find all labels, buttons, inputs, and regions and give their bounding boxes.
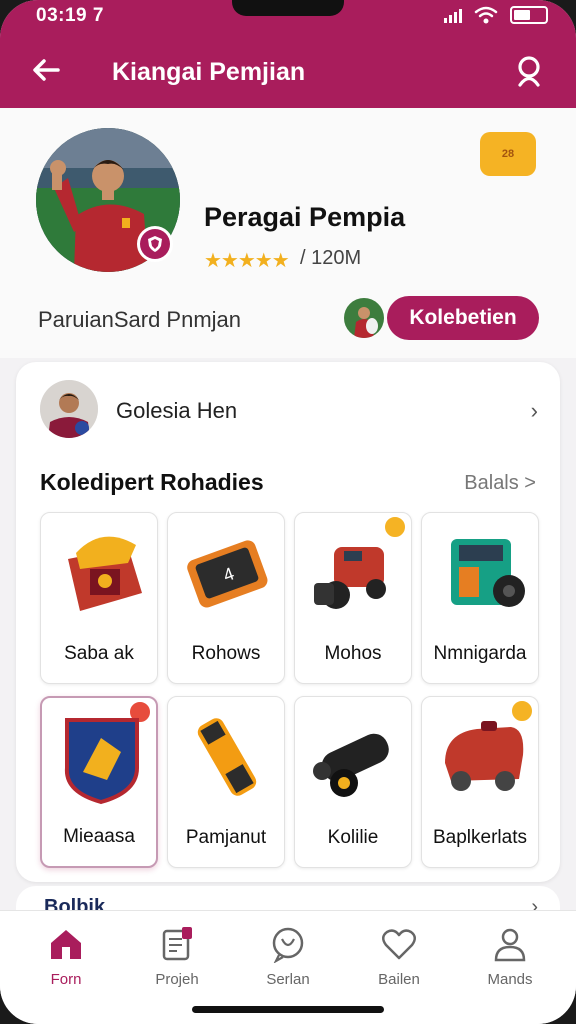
player-mini-icon: [344, 298, 384, 338]
item-tile[interactable]: Saba ak: [40, 512, 158, 684]
item-tile[interactable]: Nmnigarda: [421, 512, 539, 684]
item-tile[interactable]: Baplkerlats: [421, 696, 539, 868]
player-avatar-icon: [40, 380, 98, 438]
nav-profile[interactable]: Mands: [465, 925, 555, 1005]
phone-screen: 03:19 7 Kiangai Pemjian 28 Peragai Pempi…: [0, 0, 576, 1024]
nav-label: Serlan: [266, 971, 310, 988]
nav-label: Forn: [50, 971, 82, 988]
profile-section: 28 Peragai Pempia ★★★★★ / 120M ParuianSa…: [0, 108, 576, 358]
chevron-right-icon: ›: [530, 398, 538, 423]
nav-label: Projeh: [155, 971, 199, 988]
collection-row[interactable]: Golesia Hen ›: [16, 362, 560, 452]
item-tile[interactable]: 4 Rohows: [167, 512, 285, 684]
chat-icon: [272, 927, 304, 963]
item-label: Saba ak: [64, 643, 134, 664]
mini-avatar[interactable]: [344, 298, 384, 338]
nav-label: Mands: [487, 971, 533, 988]
machine-icon: [451, 539, 525, 607]
item-label: Kolilie: [327, 827, 379, 848]
follower-count: / 120M: [300, 247, 362, 269]
home-icon: [51, 930, 81, 959]
item-tile[interactable]: Pamjanut: [167, 696, 285, 868]
heart-icon: [382, 929, 416, 960]
home-indicator: [192, 1006, 384, 1013]
camera-notch: [232, 0, 344, 16]
nav-projects[interactable]: Projeh: [132, 925, 222, 1005]
profile-name: Peragai Pempia: [204, 202, 406, 232]
nav-label: Bailen: [378, 971, 420, 988]
row-label: Golesia Hen: [116, 398, 238, 423]
shield-icon: [148, 236, 162, 252]
black-cannon-icon: [313, 733, 389, 797]
app-header: 03:19 7 Kiangai Pemjian: [0, 0, 576, 108]
nav-home[interactable]: Forn: [21, 925, 111, 1005]
red-vehicle-icon: [445, 721, 524, 791]
cannon-icon: [314, 547, 386, 609]
gift-badge-text: 28: [501, 148, 515, 160]
battery-icon: [510, 6, 548, 24]
item-grid: Saba ak 4 Rohows Mohos Nmnigarda Mieaasa…: [40, 512, 539, 868]
see-all-link[interactable]: Balals >: [464, 472, 536, 495]
rating-stars: ★★★★★: [204, 250, 290, 272]
page-title: Kiangai Pemjian: [112, 58, 306, 86]
helmet-icon: [68, 536, 142, 611]
document-icon: [162, 927, 192, 961]
badge-shield-icon: [64, 718, 139, 805]
item-label: Nmnigarda: [433, 643, 527, 664]
phone-card-icon: 4: [187, 540, 268, 608]
item-label: Mieaasa: [63, 826, 135, 847]
row-avatar: [40, 380, 98, 438]
collection-button[interactable]: Kolebetien: [387, 296, 539, 340]
item-tile[interactable]: Mieaasa: [40, 696, 158, 868]
nav-chat[interactable]: Serlan: [243, 925, 333, 1005]
signal-icon: [444, 7, 462, 23]
item-tile[interactable]: Kolilie: [294, 696, 412, 868]
status-time: 03:19 7: [36, 5, 104, 26]
item-label: Baplkerlats: [433, 827, 527, 848]
wifi-icon: [474, 6, 498, 24]
item-label: Pamjanut: [185, 827, 267, 848]
back-arrow-icon[interactable]: [28, 52, 64, 88]
scanner-icon: [197, 718, 257, 796]
status-icons: [444, 6, 548, 24]
nav-favorites[interactable]: Bailen: [354, 925, 444, 1005]
section-title: Koledipert Rohadies: [40, 469, 264, 495]
collection-card: Golesia Hen › Koledipert Rohadies Balals…: [16, 362, 560, 882]
profile-subtitle: ParuianSard Pnmjan: [38, 307, 242, 332]
item-label: Rohows: [191, 643, 261, 664]
item-tile[interactable]: Mohos: [294, 512, 412, 684]
search-icon[interactable]: [512, 54, 546, 88]
person-icon: [494, 928, 526, 962]
item-label: Mohos: [324, 643, 382, 664]
gift-button[interactable]: 28: [480, 132, 536, 176]
club-badge: [137, 226, 173, 262]
